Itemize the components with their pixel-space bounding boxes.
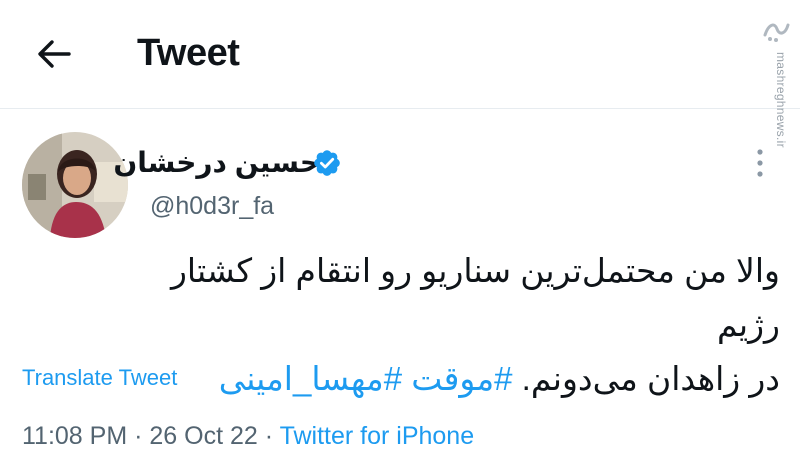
hashtag-link[interactable]: #مهسا_امینی xyxy=(219,360,402,397)
meta-separator: · xyxy=(134,422,143,450)
watermark-logo xyxy=(760,12,792,48)
verified-badge-icon xyxy=(312,148,342,178)
watermark-text: mashreghnews.ir xyxy=(774,52,788,148)
avatar[interactable] xyxy=(22,132,128,238)
tweet-text: والا من محتمل‌ترین سناریو رو انتقام از ک… xyxy=(100,244,780,406)
tweet-metadata: 11:08 PM · 26 Oct 22 · Twitter for iPhon… xyxy=(22,420,474,452)
tweet-source-link[interactable]: Twitter for iPhone xyxy=(280,422,475,450)
back-button[interactable] xyxy=(28,28,80,80)
hashtag-link[interactable]: #موقت xyxy=(411,360,512,397)
author-display-name[interactable]: حسین درخشان xyxy=(113,146,320,180)
header-divider xyxy=(0,108,800,109)
more-vertical-icon xyxy=(757,149,763,177)
tweet-date[interactable]: 26 Oct 22 xyxy=(149,422,257,450)
tweet-time[interactable]: 11:08 PM xyxy=(22,422,127,450)
tweet-text-plain: در زاهدان می‌دونم. xyxy=(521,360,780,397)
tweet-text-line1: والا من محتمل‌ترین سناریو رو انتقام از ک… xyxy=(170,252,780,343)
header-bar: Tweet xyxy=(0,0,800,108)
page-title: Tweet xyxy=(137,32,240,74)
meta-separator: · xyxy=(264,422,274,450)
arrow-left-icon xyxy=(38,40,71,68)
translate-tweet-link[interactable]: Translate Tweet xyxy=(22,364,177,392)
watermark: mashreghnews.ir xyxy=(760,8,792,148)
more-options-button[interactable] xyxy=(744,146,776,180)
author-handle[interactable]: @h0d3r_fa xyxy=(150,190,274,222)
tweet-text-line2: در زاهدان می‌دونم. #موقت #مهسا_امینی xyxy=(100,352,780,406)
